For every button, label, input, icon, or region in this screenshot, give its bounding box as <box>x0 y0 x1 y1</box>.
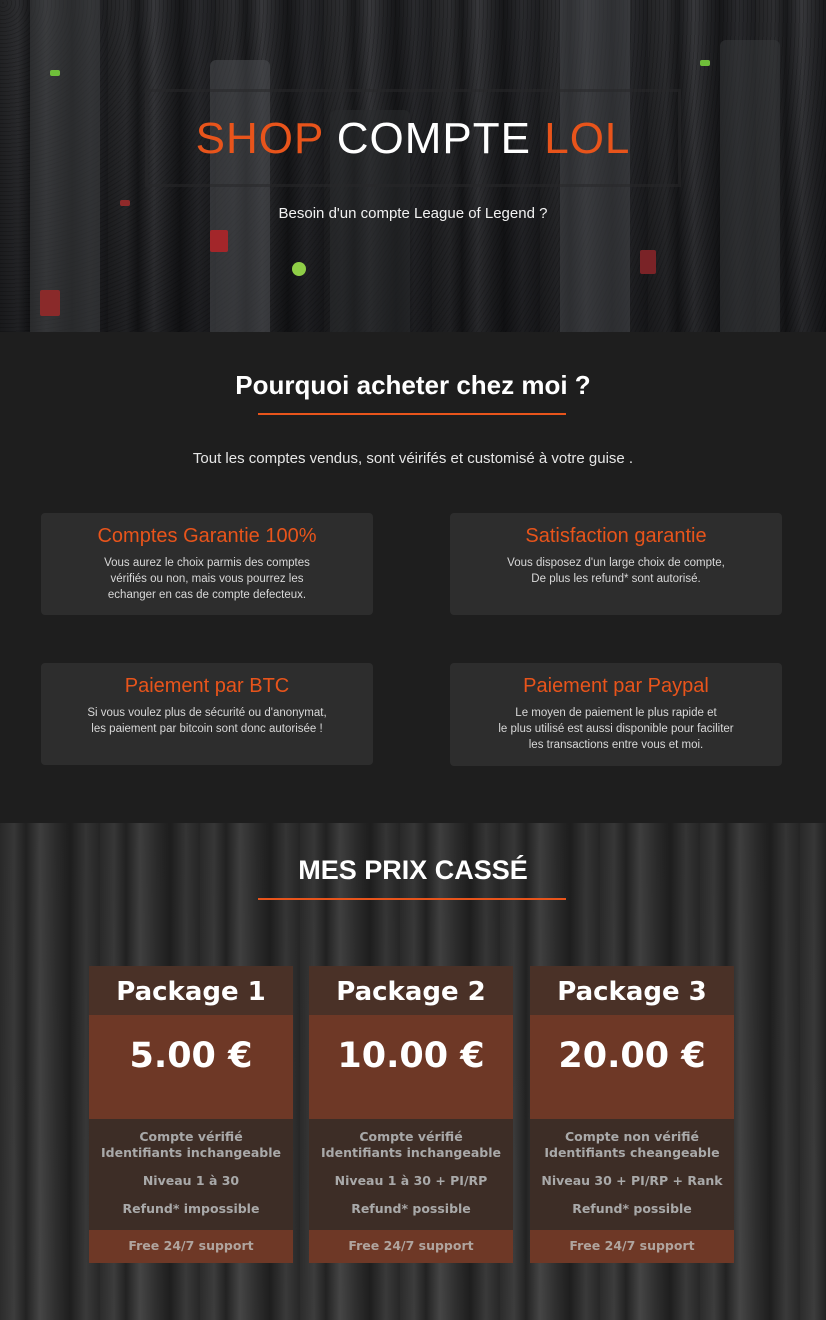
package-price: 20.00 € <box>530 1015 734 1119</box>
feature-title: Paiement par Paypal <box>523 675 709 697</box>
package-support: Free 24/7 support <box>89 1230 293 1263</box>
prices-section: MES PRIX CASSÉ Package 1 5.00 € Compte v… <box>0 823 826 1320</box>
site-title-lol: LOL <box>544 114 631 163</box>
site-title-compte: COMPTE <box>336 114 531 163</box>
package-feature-level: Niveau 30 + PI/RP + Rank <box>541 1173 723 1188</box>
feature-title: Paiement par BTC <box>124 675 290 697</box>
prices-title-underline <box>258 898 566 900</box>
package-features: Compte vérifié Identifiants inchangeable… <box>89 1119 293 1230</box>
feature-card-paypal: Paiement par Paypal Le moyen de paiement… <box>450 663 782 766</box>
package-feature-refund: Refund* possible <box>351 1201 471 1216</box>
package-feature-refund: Refund* possible <box>572 1201 692 1216</box>
why-section: Pourquoi acheter chez moi ? Tout les com… <box>0 332 826 823</box>
package-feature-verified: Compte vérifié <box>139 1129 243 1144</box>
package-features: Compte non vérifié Identifiants cheangea… <box>530 1119 734 1230</box>
hero-tagline: Besoin d'un compte League of Legend ? <box>278 205 548 222</box>
feature-card-btc: Paiement par BTC Si vous voulez plus de … <box>41 663 373 765</box>
feature-description: Vous aurez le choix parmis des comptes v… <box>104 557 310 601</box>
why-title-underline <box>258 413 566 415</box>
package-feature-level: Niveau 1 à 30 <box>142 1173 240 1188</box>
feature-title: Comptes Garantie 100% <box>97 525 317 547</box>
site-title-shop: SHOP <box>195 114 324 163</box>
package-card-2[interactable]: Package 2 10.00 € Compte vérifié Identif… <box>309 966 513 1263</box>
why-title: Pourquoi acheter chez moi ? <box>235 370 591 400</box>
feature-description: Le moyen de paiement le plus rapide et l… <box>498 707 734 751</box>
feature-description: Si vous voulez plus de sécurité ou d'ano… <box>87 707 327 735</box>
package-features: Compte vérifié Identifiants inchangeable… <box>309 1119 513 1230</box>
package-name: Package 1 <box>89 966 293 1015</box>
package-feature-credentials: Identifiants inchangeable <box>321 1145 501 1160</box>
package-card-1[interactable]: Package 1 5.00 € Compte vérifié Identifi… <box>89 966 293 1263</box>
feature-card-guarantee: Comptes Garantie 100% Vous aurez le choi… <box>41 513 373 615</box>
hero-banner: SHOP COMPTE LOL Besoin d'un compte Leagu… <box>0 0 826 332</box>
package-feature-verified: Compte vérifié <box>359 1129 463 1144</box>
package-feature-credentials: Identifiants cheangeable <box>544 1145 720 1160</box>
package-name: Package 3 <box>530 966 734 1015</box>
package-support: Free 24/7 support <box>530 1230 734 1263</box>
package-feature-credentials: Identifiants inchangeable <box>101 1145 281 1160</box>
package-price: 10.00 € <box>309 1015 513 1119</box>
package-feature-verified: Compte non vérifié <box>564 1129 700 1144</box>
package-feature-refund: Refund* impossible <box>122 1201 260 1216</box>
feature-card-satisfaction: Satisfaction garantie Vous disposez d'un… <box>450 513 782 615</box>
package-name: Package 2 <box>309 966 513 1015</box>
package-feature-level: Niveau 1 à 30 + PI/RP <box>334 1173 488 1188</box>
prices-title: MES PRIX CASSÉ <box>298 855 528 885</box>
package-price: 5.00 € <box>89 1015 293 1119</box>
package-card-3[interactable]: Package 3 20.00 € Compte non vérifié Ide… <box>530 966 734 1263</box>
package-support: Free 24/7 support <box>309 1230 513 1263</box>
feature-description: Vous disposez d'un large choix de compte… <box>507 557 725 585</box>
why-intro: Tout les comptes vendus, sont véirifés e… <box>192 450 634 467</box>
site-title: SHOP COMPTE LOL <box>0 112 826 166</box>
feature-title: Satisfaction garantie <box>525 525 707 547</box>
